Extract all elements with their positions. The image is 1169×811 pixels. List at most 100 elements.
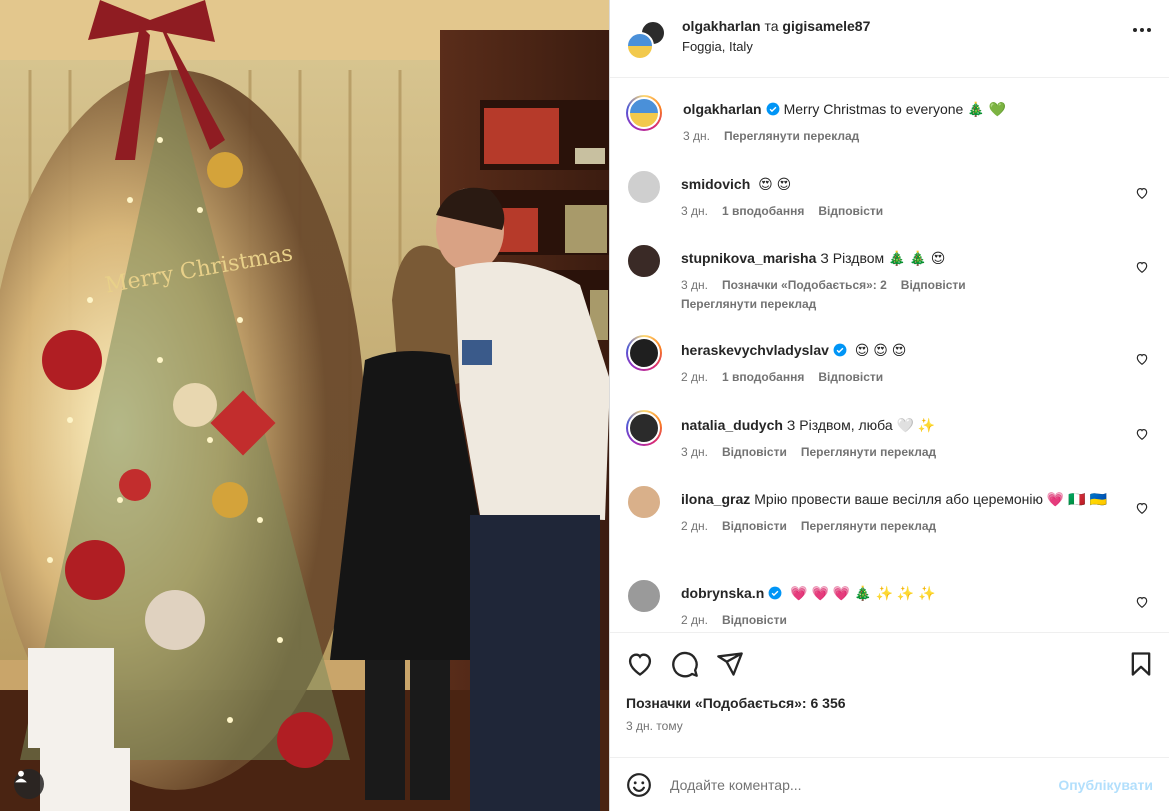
comment-username[interactable]: heraskevychvladyslav: [681, 342, 829, 358]
ukraine-flag-emoji: 🇺🇦: [1089, 491, 1107, 507]
post-comment-button[interactable]: Опублікувати: [1058, 777, 1153, 793]
christmas-photo-illustration: Merry Christmas: [0, 0, 609, 811]
like-comment-heart-icon[interactable]: [1135, 427, 1149, 441]
like-comment-heart-icon[interactable]: [1135, 186, 1149, 200]
verified-badge-icon: [833, 343, 847, 357]
comment-username[interactable]: natalia_dudych: [681, 417, 783, 433]
author-line: olgakharlan та gigisamele87: [682, 18, 870, 34]
like-comment-heart-icon[interactable]: [1135, 260, 1149, 274]
heart-icon[interactable]: [626, 650, 654, 678]
reply-button[interactable]: Відповісти: [901, 278, 966, 292]
comment-time[interactable]: 2 дн.: [681, 519, 708, 533]
post-photo[interactable]: Merry Christmas: [0, 0, 609, 811]
sparkles-emoji: ✨: [918, 585, 936, 601]
comment-likes[interactable]: 1 вподобання: [722, 370, 804, 384]
green-heart-emoji: 💚: [988, 101, 1006, 117]
comment-item: stupnikova_marisha З Різдвом 🎄 🎄 😍 3 дн. …: [626, 242, 1153, 334]
comment-username[interactable]: smidovich: [681, 176, 750, 192]
reply-button[interactable]: Відповісти: [818, 370, 883, 384]
caption: olgakharlan Merry Christmas to everyone 🎄…: [626, 94, 1153, 168]
tree-emoji: 🎄: [854, 585, 872, 601]
heart-eyes-emoji: 😍: [758, 176, 773, 192]
comment-username[interactable]: olgakharlan: [683, 101, 762, 117]
likes-count[interactable]: Позначки «Подобається»: 6 356: [626, 695, 1153, 711]
comment-item: natalia_dudych З Різдвом, люба 🤍 ✨ 3 дн. …: [626, 409, 1153, 483]
like-comment-heart-icon[interactable]: [1135, 595, 1149, 609]
comment-item: heraskevychvladyslav 😍 😍 😍 2 дн. 1 вподо…: [626, 334, 1153, 409]
author-connector: та: [764, 17, 779, 34]
verified-badge-icon: [768, 586, 782, 600]
comment-text: З Різдвом: [820, 250, 885, 266]
post-timestamp[interactable]: 3 дн. тому: [626, 719, 1153, 733]
heart-eyes-emoji: 😍: [873, 342, 888, 358]
avatar[interactable]: [626, 95, 662, 131]
more-options-icon[interactable]: [1133, 28, 1151, 32]
reply-button[interactable]: Відповісти: [722, 613, 787, 627]
avatar: [626, 31, 654, 60]
comment-item: dobrynska.n 💗 💗 💗 🎄 ✨ ✨ ✨ 2 дн. Відповіс…: [626, 577, 1153, 632]
comment-time[interactable]: 3 дн.: [681, 445, 708, 459]
comment-likes[interactable]: 1 вподобання: [722, 204, 804, 218]
collab-avatars[interactable]: [626, 18, 666, 60]
post-details-panel: olgakharlan та gigisamele87 Foggia, Ital…: [609, 0, 1169, 811]
comment-time[interactable]: 2 дн.: [681, 613, 708, 627]
bookmark-icon[interactable]: [1127, 650, 1155, 678]
comment-item: smidovich 😍 😍 3 дн. 1 вподобання Відпові…: [626, 168, 1153, 242]
author-username-2[interactable]: gigisamele87: [782, 18, 870, 34]
share-icon[interactable]: [716, 650, 744, 678]
comment-username[interactable]: ilona_graz: [681, 491, 750, 507]
comment-time[interactable]: 3 дн.: [681, 204, 708, 218]
comment-item: ilona_graz Мрію провести ваше весілля або…: [626, 483, 1153, 577]
comment-icon[interactable]: [671, 650, 699, 678]
comment-text: Мрію провести ваше весілля або церемонію: [754, 491, 1043, 507]
avatar[interactable]: [626, 410, 662, 446]
avatar[interactable]: [626, 335, 662, 371]
emoji-icon[interactable]: [626, 772, 652, 798]
avatar[interactable]: [626, 484, 662, 520]
avatar[interactable]: [626, 169, 662, 205]
comment-text: З Різдвом, люба: [786, 417, 893, 433]
heart-eyes-emoji: 😍: [891, 342, 907, 358]
heart-eyes-emoji: 😍: [854, 342, 870, 358]
post-actions: Позначки «Подобається»: 6 356 3 дн. тому: [610, 632, 1169, 757]
avatar[interactable]: [626, 578, 662, 614]
comment-username[interactable]: dobrynska.n: [681, 585, 764, 601]
post-authors: olgakharlan та gigisamele87 Foggia, Ital…: [682, 18, 870, 54]
tree-emoji: 🎄: [909, 250, 927, 266]
comment-time[interactable]: 3 дн.: [681, 278, 708, 292]
tagged-users-button[interactable]: [14, 769, 44, 799]
white-heart-emoji: 🤍: [896, 417, 914, 433]
sparkles-emoji: ✨: [875, 585, 893, 601]
post-location[interactable]: Foggia, Italy: [682, 39, 870, 54]
see-translation-link[interactable]: Переглянути переклад: [724, 129, 859, 143]
action-icons: [626, 647, 1153, 681]
avatar[interactable]: [626, 243, 662, 279]
comment-time[interactable]: 3 дн.: [683, 129, 710, 143]
pink-heart-emoji: 💗: [832, 585, 851, 601]
comment-time[interactable]: 2 дн.: [681, 370, 708, 384]
see-translation-link[interactable]: Переглянути переклад: [801, 519, 936, 533]
author-username-1[interactable]: olgakharlan: [682, 18, 761, 34]
see-translation-link[interactable]: Переглянути переклад: [681, 297, 1123, 311]
post-view: Merry Christmas olgakharlan та gigisamel…: [0, 0, 1169, 811]
reply-button[interactable]: Відповісти: [722, 519, 787, 533]
sparkles-emoji: ✨: [917, 417, 936, 433]
verified-badge-icon: [766, 102, 780, 116]
comment-input[interactable]: [670, 776, 1059, 793]
pink-heart-emoji: 💗: [1046, 491, 1065, 507]
heart-eyes-emoji: 😍: [930, 250, 946, 266]
sparkles-emoji: ✨: [896, 585, 915, 601]
user-icon: [15, 770, 27, 783]
comment-likes[interactable]: Позначки «Подобається»: 2: [722, 278, 887, 292]
pink-heart-emoji: 💗: [811, 585, 829, 601]
pink-heart-emoji: 💗: [790, 585, 808, 601]
reply-button[interactable]: Відповісти: [818, 204, 883, 218]
see-translation-link[interactable]: Переглянути переклад: [801, 445, 936, 459]
comment-text: Merry Christmas to everyone: [783, 101, 964, 117]
heart-eyes-emoji: 😍: [776, 176, 792, 192]
comment-username[interactable]: stupnikova_marisha: [681, 250, 816, 266]
reply-button[interactable]: Відповісти: [722, 445, 787, 459]
like-comment-heart-icon[interactable]: [1135, 501, 1149, 515]
italy-flag-emoji: 🇮🇹: [1068, 491, 1086, 507]
like-comment-heart-icon[interactable]: [1135, 352, 1149, 366]
